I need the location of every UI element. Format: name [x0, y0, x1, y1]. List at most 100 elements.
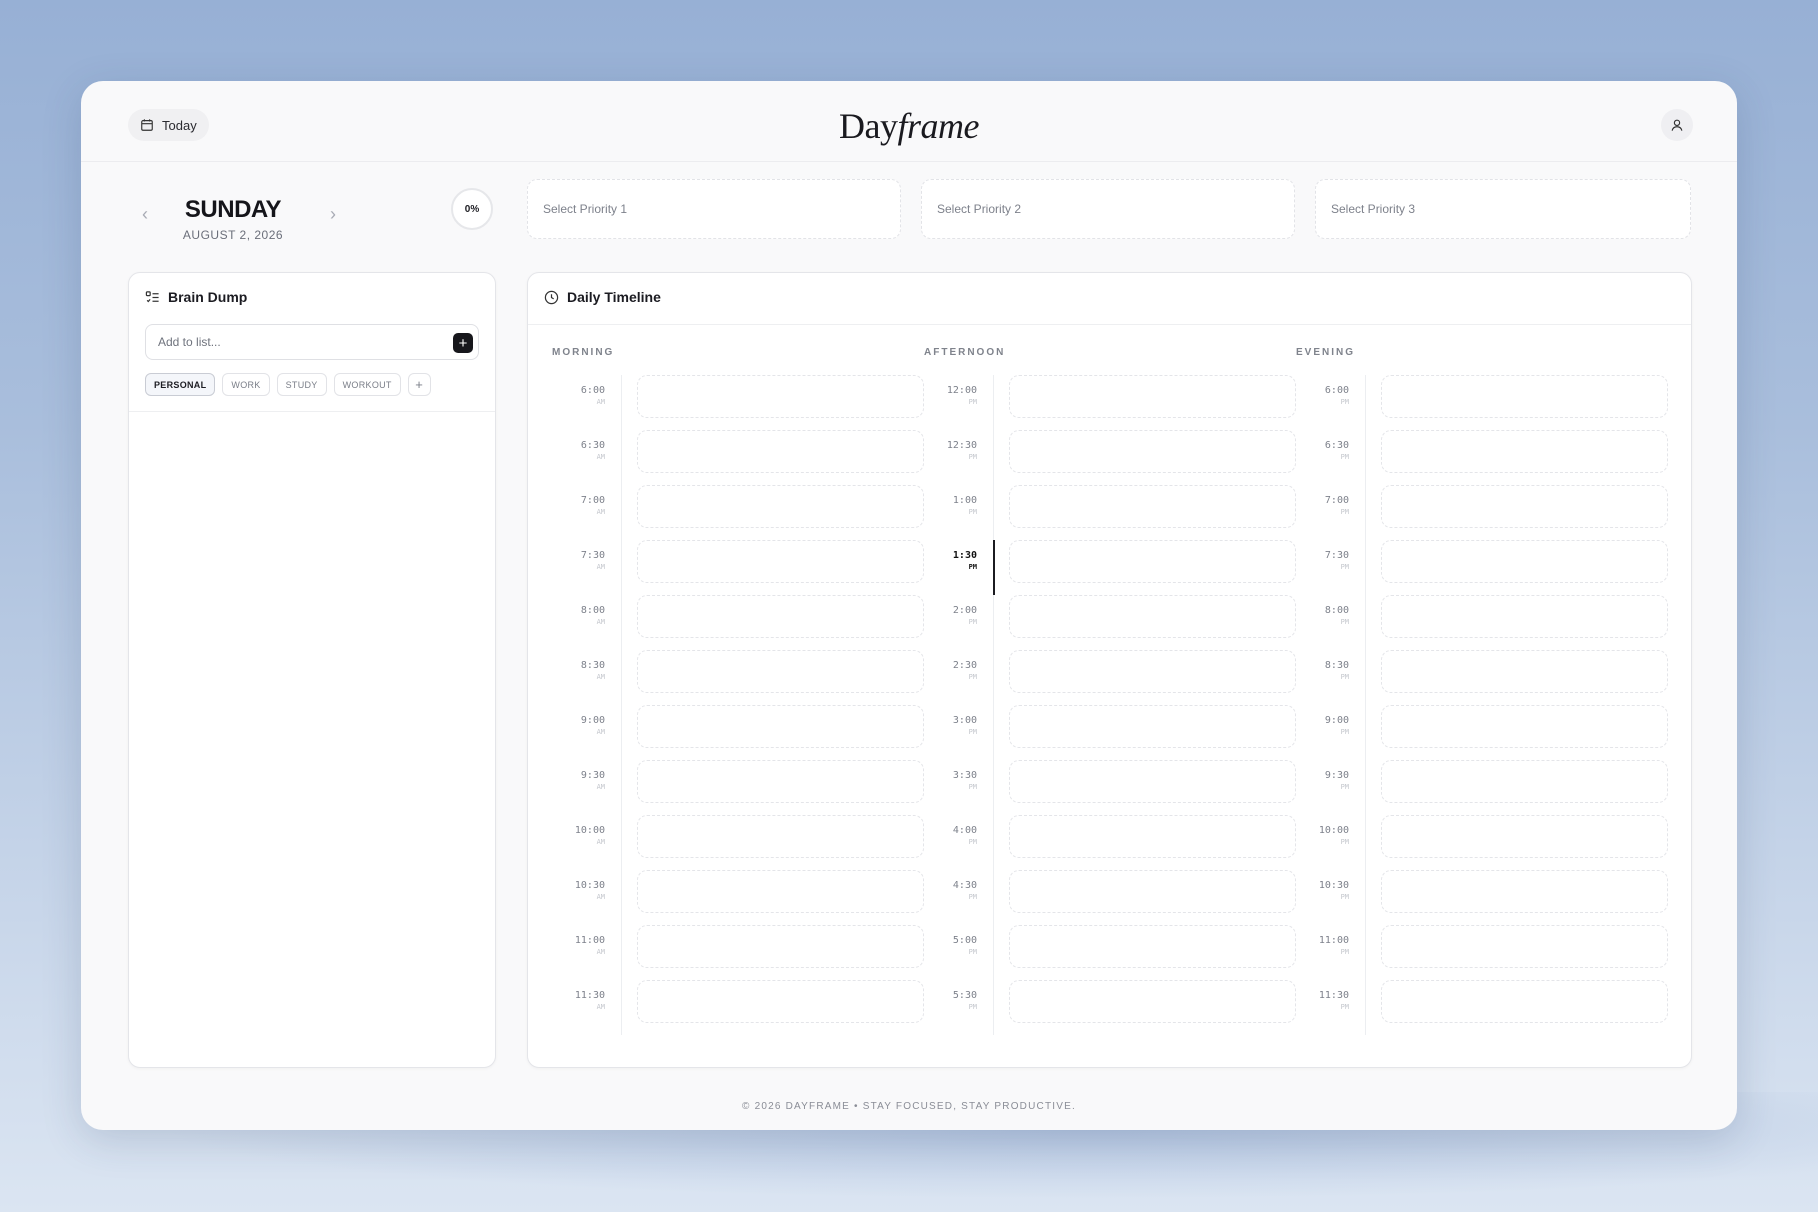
next-day-chevron-right-icon[interactable]: ›	[324, 204, 342, 225]
tag-work[interactable]: WORK	[222, 373, 270, 396]
time-label: 8:00 AM	[550, 606, 605, 627]
clock-icon	[544, 290, 559, 304]
time-slot-input[interactable]	[1381, 540, 1668, 583]
time-slot-input[interactable]	[1381, 650, 1668, 693]
time-slot: 10:30 AM	[528, 870, 924, 925]
meridiem-label: AM	[596, 838, 605, 846]
priority-1-field[interactable]: Select Priority 1	[527, 179, 901, 239]
time-label: 10:30 AM	[550, 881, 605, 902]
time-slot-input[interactable]	[637, 430, 924, 473]
time-slot-input[interactable]	[1009, 760, 1296, 803]
time-slot-input[interactable]	[637, 815, 924, 858]
time-slot-input[interactable]	[637, 375, 924, 418]
add-tag-plus-icon[interactable]: +	[407, 373, 431, 396]
time-label: 4:30 PM	[922, 881, 977, 902]
meridiem-label: PM	[1340, 563, 1349, 571]
time-slot-input[interactable]	[1009, 870, 1296, 913]
time-value: 7:00	[580, 495, 605, 506]
time-slot-input[interactable]	[1009, 430, 1296, 473]
day-date: AUGUST 2, 2026	[182, 228, 284, 242]
tag-study[interactable]: STUDY	[276, 373, 327, 396]
time-slot-input[interactable]	[1381, 870, 1668, 913]
time-slot-input[interactable]	[1381, 485, 1668, 528]
brain-dump-header: Brain Dump	[145, 289, 247, 305]
add-item-plus-icon[interactable]: +	[453, 333, 473, 353]
meridiem-label: PM	[968, 453, 977, 461]
time-slot-input[interactable]	[637, 760, 924, 803]
meridiem-label: PM	[968, 673, 977, 681]
time-label: 3:30 PM	[922, 771, 977, 792]
time-slot-input[interactable]	[1381, 705, 1668, 748]
tag-personal[interactable]: PERSONAL	[145, 373, 216, 396]
time-slot-input[interactable]	[1381, 980, 1668, 1023]
meridiem-label: PM	[1340, 673, 1349, 681]
tag-workout[interactable]: WORKOUT	[333, 373, 401, 396]
time-slot: 8:30 PM	[1272, 650, 1668, 705]
time-slot: 11:00 AM	[528, 925, 924, 980]
time-slot-input[interactable]	[1009, 540, 1296, 583]
time-slot-input[interactable]	[1381, 815, 1668, 858]
meridiem-label: PM	[1340, 453, 1349, 461]
time-slot-input[interactable]	[637, 485, 924, 528]
time-value: 12:00	[946, 385, 977, 396]
time-slot-input[interactable]	[1381, 760, 1668, 803]
time-slot: 5:00 PM	[900, 925, 1296, 980]
time-label: 11:30 PM	[1294, 991, 1349, 1012]
time-value: 5:30	[952, 990, 977, 1001]
time-slot-input[interactable]	[1009, 595, 1296, 638]
time-value: 1:30	[952, 550, 977, 561]
time-value: 11:00	[574, 935, 605, 946]
daily-timeline-panel: Daily Timeline MORNING 6:00 AM 6:30 AM 7:00 AM…	[527, 272, 1692, 1068]
time-slot-input[interactable]	[1009, 705, 1296, 748]
time-label: 1:30 PM	[922, 551, 977, 572]
time-slot: 4:30 PM	[900, 870, 1296, 925]
previous-day-chevron-left-icon[interactable]: ‹	[136, 204, 154, 225]
time-slot-input[interactable]	[1381, 595, 1668, 638]
meridiem-label: PM	[1340, 1003, 1349, 1011]
time-value: 3:00	[952, 715, 977, 726]
time-label: 1:00 PM	[922, 496, 977, 517]
time-label: 6:30 PM	[1294, 441, 1349, 462]
category-tags: PERSONAL WORK STUDY WORKOUT +	[145, 373, 431, 396]
meridiem-label: AM	[596, 1003, 605, 1011]
time-value: 6:00	[580, 385, 605, 396]
add-to-list-input[interactable]: Add to list... +	[145, 324, 479, 360]
time-value: 6:30	[1324, 440, 1349, 451]
priority-2-field[interactable]: Select Priority 2	[921, 179, 1295, 239]
time-value: 7:30	[580, 550, 605, 561]
time-slot-input[interactable]	[637, 540, 924, 583]
time-value: 2:30	[952, 660, 977, 671]
time-slot-input[interactable]	[1381, 375, 1668, 418]
time-slot-input[interactable]	[637, 595, 924, 638]
time-slot: 8:30 AM	[528, 650, 924, 705]
meridiem-label: AM	[596, 893, 605, 901]
meridiem-label: AM	[596, 948, 605, 956]
time-slot-input[interactable]	[1381, 925, 1668, 968]
meridiem-label: PM	[1340, 508, 1349, 516]
time-slot-input[interactable]	[1009, 980, 1296, 1023]
time-label: 4:00 PM	[922, 826, 977, 847]
time-value: 1:00	[952, 495, 977, 506]
priority-3-field[interactable]: Select Priority 3	[1315, 179, 1691, 239]
time-slot-input[interactable]	[1009, 375, 1296, 418]
app-header: Today Dayframe	[81, 81, 1737, 162]
time-label: 10:00 AM	[550, 826, 605, 847]
time-slot-input[interactable]	[1381, 430, 1668, 473]
time-slot-input[interactable]	[1009, 650, 1296, 693]
time-value: 5:00	[952, 935, 977, 946]
time-slot-input[interactable]	[637, 980, 924, 1023]
logo-regular: Day	[839, 106, 898, 146]
time-slot: 5:30 PM	[900, 980, 1296, 1035]
time-slot-input[interactable]	[637, 925, 924, 968]
meridiem-label: PM	[1340, 728, 1349, 736]
user-button[interactable]	[1661, 109, 1693, 141]
time-slot-input[interactable]	[1009, 485, 1296, 528]
time-slot-input[interactable]	[637, 870, 924, 913]
time-slot-input[interactable]	[637, 705, 924, 748]
meridiem-label: PM	[968, 838, 977, 846]
time-slot-input[interactable]	[637, 650, 924, 693]
time-slot: 11:30 AM	[528, 980, 924, 1035]
time-slot-input[interactable]	[1009, 925, 1296, 968]
time-slot-input[interactable]	[1009, 815, 1296, 858]
time-value: 6:30	[580, 440, 605, 451]
